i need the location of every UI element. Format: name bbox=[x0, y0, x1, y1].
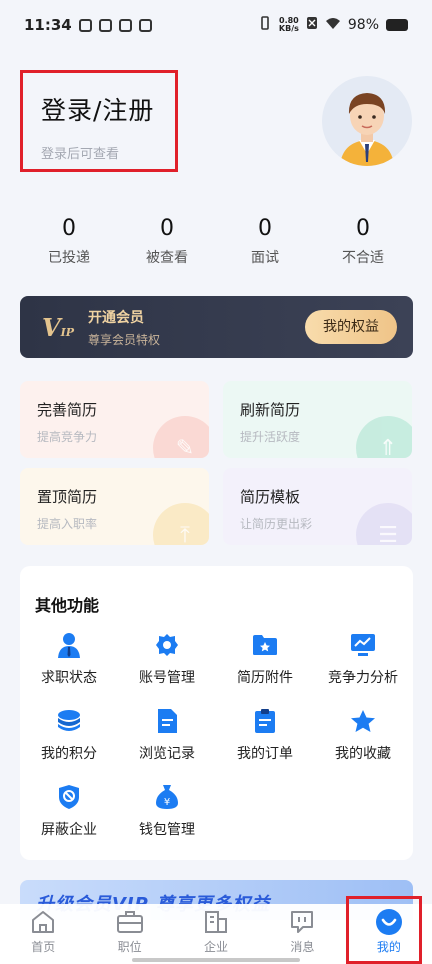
vibrate-icon bbox=[258, 16, 272, 34]
login-title[interactable]: 登录/注册 bbox=[41, 91, 175, 127]
notification-icon bbox=[78, 18, 92, 32]
top-resume-card[interactable]: 置顶简历 提高入职率 ⤒ bbox=[20, 468, 209, 545]
battery-level: 98% bbox=[347, 17, 379, 33]
template-icon: ☰ bbox=[356, 503, 412, 545]
func-label: 竞争力分析 bbox=[328, 670, 398, 686]
func-label: 浏览记录 bbox=[139, 746, 195, 762]
battery-icon bbox=[386, 19, 408, 31]
stat-unsuitable[interactable]: 0 不合适 bbox=[314, 216, 412, 267]
stat-value: 0 bbox=[62, 216, 76, 241]
func-label: 我的积分 bbox=[41, 746, 97, 762]
tab-label: 首页 bbox=[31, 940, 56, 954]
resume-template-card[interactable]: 简历模板 让简历更出彩 ☰ bbox=[223, 468, 412, 545]
vip-logo: VIP bbox=[42, 313, 82, 342]
other-functions-card: 其他功能 求职状态 账号管理 简历附件 竞争力分析 我的积分 浏览记录 我的订单… bbox=[20, 566, 413, 860]
app-notification-icon bbox=[98, 18, 112, 32]
block-company-item[interactable]: 屏蔽企业 bbox=[20, 784, 118, 860]
section-title: 其他功能 bbox=[35, 596, 100, 615]
login-register-area[interactable]: 登录/注册 登录后可查看 bbox=[20, 70, 178, 172]
func-label: 我的订单 bbox=[237, 746, 293, 762]
complete-resume-card[interactable]: 完善简历 提高竞争力 ✎ bbox=[20, 381, 209, 458]
briefcase-icon bbox=[116, 908, 144, 936]
stat-label: 面试 bbox=[251, 250, 279, 266]
pencil-icon: ✎ bbox=[153, 416, 209, 458]
wallet-manage-item[interactable]: ¥ 钱包管理 bbox=[118, 784, 216, 860]
tab-messages[interactable]: 消息 bbox=[259, 904, 345, 964]
func-label: 我的收藏 bbox=[335, 746, 391, 762]
vip-logo-small: IP bbox=[60, 325, 75, 339]
coins-icon bbox=[56, 708, 82, 734]
vip-logo-big: V bbox=[42, 312, 61, 342]
tab-label: 职位 bbox=[117, 940, 142, 954]
svg-text:¥: ¥ bbox=[164, 797, 170, 808]
stat-label: 已投递 bbox=[48, 250, 90, 266]
tab-label: 我的 bbox=[376, 940, 401, 954]
profile-icon bbox=[375, 908, 403, 936]
pin-top-icon: ⤒ bbox=[153, 503, 209, 545]
vip-card[interactable]: VIP 开通会员 尊享会员特权 我的权益 bbox=[20, 296, 413, 358]
stat-applied[interactable]: 0 已投递 bbox=[20, 216, 118, 267]
func-label: 屏蔽企业 bbox=[41, 822, 97, 838]
home-icon bbox=[29, 908, 57, 936]
star-icon bbox=[350, 708, 376, 734]
avatar-illustration bbox=[340, 93, 394, 166]
my-benefits-button[interactable]: 我的权益 bbox=[305, 310, 397, 344]
status-bar: 11:34 0.80 KB/s 98% bbox=[0, 0, 432, 50]
building-icon bbox=[202, 908, 230, 936]
tab-companies[interactable]: 企业 bbox=[173, 904, 259, 964]
vip-subtitle: 尊享会员特权 bbox=[88, 332, 161, 347]
func-label: 求职状态 bbox=[41, 670, 97, 686]
stat-viewed[interactable]: 0 被查看 bbox=[118, 216, 216, 267]
tab-home[interactable]: 首页 bbox=[0, 904, 86, 964]
status-time: 11:34 bbox=[24, 16, 72, 34]
home-indicator[interactable] bbox=[132, 958, 300, 962]
vip-title: 开通会员 bbox=[88, 309, 144, 326]
folder-star-icon bbox=[252, 632, 278, 658]
resume-attachment-item[interactable]: 简历附件 bbox=[216, 632, 314, 708]
stat-value: 0 bbox=[356, 216, 370, 241]
func-label: 简历附件 bbox=[237, 670, 293, 686]
sim-off-icon bbox=[306, 16, 318, 34]
net-speed: 0.80 KB/s bbox=[279, 17, 299, 33]
avatar[interactable] bbox=[322, 76, 412, 166]
stat-interview[interactable]: 0 面试 bbox=[216, 216, 314, 267]
clipboard-icon bbox=[252, 708, 278, 734]
net-speed-unit: KB/s bbox=[278, 24, 299, 33]
func-label: 账号管理 bbox=[139, 670, 195, 686]
func-label: 钱包管理 bbox=[139, 822, 195, 838]
job-status-item[interactable]: 求职状态 bbox=[20, 632, 118, 708]
gear-icon bbox=[154, 632, 180, 658]
login-subtitle: 登录后可查看 bbox=[41, 147, 120, 162]
user-icon bbox=[56, 632, 82, 658]
chart-icon bbox=[350, 632, 376, 658]
message-icon bbox=[288, 908, 316, 936]
bottom-tab-bar: 首页 职位 企业 消息 我的 bbox=[0, 904, 432, 964]
stat-label: 被查看 bbox=[146, 250, 188, 266]
shield-block-icon bbox=[56, 784, 82, 810]
stat-value: 0 bbox=[258, 216, 272, 241]
money-bag-icon: ¥ bbox=[154, 784, 180, 810]
tab-label: 企业 bbox=[204, 940, 229, 954]
stat-label: 不合适 bbox=[342, 250, 384, 266]
stat-value: 0 bbox=[160, 216, 174, 241]
tab-mine[interactable]: 我的 bbox=[346, 904, 432, 964]
competitiveness-item[interactable]: 竞争力分析 bbox=[314, 632, 412, 708]
mail-icon bbox=[118, 18, 132, 32]
tab-label: 消息 bbox=[290, 940, 315, 954]
refresh-resume-card[interactable]: 刷新简历 提升活跃度 ⇑ bbox=[223, 381, 412, 458]
cat-icon bbox=[138, 18, 152, 32]
double-arrow-up-icon: ⇑ bbox=[356, 416, 412, 458]
my-points-item[interactable]: 我的积分 bbox=[20, 708, 118, 784]
stats-row: 0 已投递 0 被查看 0 面试 0 不合适 bbox=[20, 216, 412, 267]
document-icon bbox=[154, 708, 180, 734]
wifi-icon bbox=[325, 16, 341, 34]
my-orders-item[interactable]: 我的订单 bbox=[216, 708, 314, 784]
browse-history-item[interactable]: 浏览记录 bbox=[118, 708, 216, 784]
tab-jobs[interactable]: 职位 bbox=[86, 904, 172, 964]
my-favorites-item[interactable]: 我的收藏 bbox=[314, 708, 412, 784]
account-manage-item[interactable]: 账号管理 bbox=[118, 632, 216, 708]
